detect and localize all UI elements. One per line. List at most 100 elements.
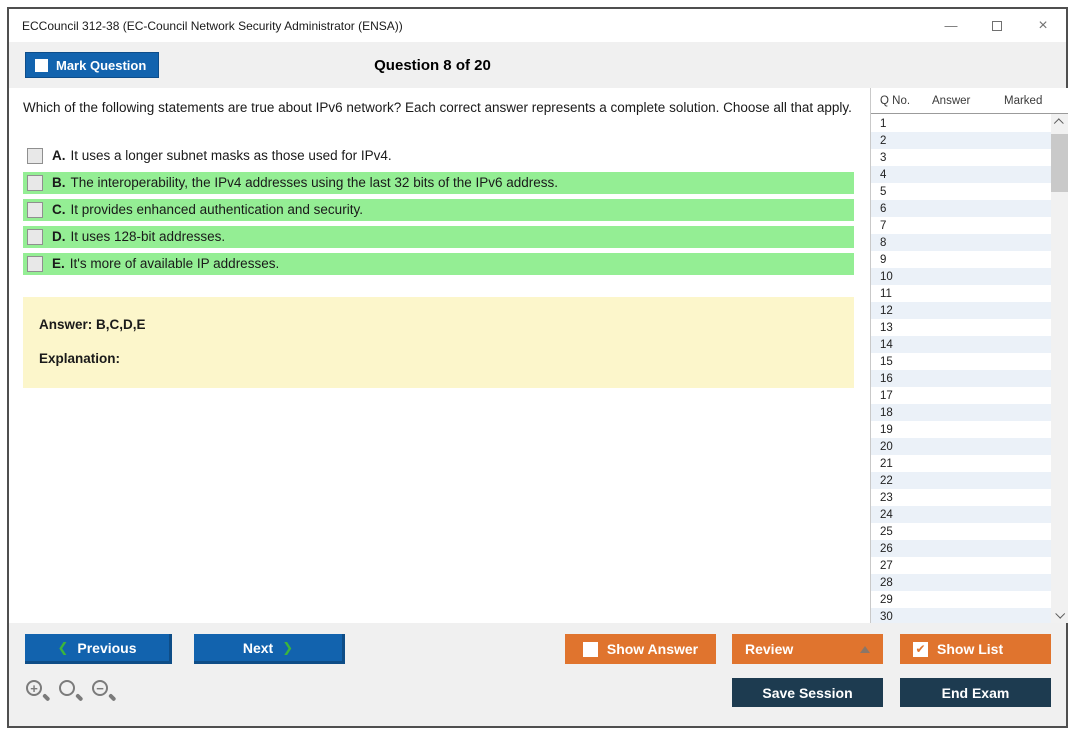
question-number: 17 bbox=[880, 389, 893, 402]
question-number: 6 bbox=[880, 202, 887, 215]
question-list-row[interactable]: 29 bbox=[871, 591, 1051, 608]
question-list-row[interactable]: 4 bbox=[871, 166, 1051, 183]
question-counter: Question 8 of 20 bbox=[374, 56, 491, 74]
question-list-scrollbar[interactable] bbox=[1051, 114, 1068, 623]
zoom-out-icon[interactable]: − bbox=[92, 680, 117, 707]
question-number: 7 bbox=[880, 219, 887, 232]
footer-band: ❮ Previous Next ❯ Show Answer Review ✔ S… bbox=[9, 623, 1066, 726]
explanation-label: Explanation: bbox=[39, 350, 121, 366]
question-list-row[interactable]: 15 bbox=[871, 353, 1051, 370]
minimize-button[interactable]: — bbox=[928, 9, 974, 42]
question-list-row[interactable]: 27 bbox=[871, 557, 1051, 574]
title-bar: ECCouncil 312-38 (EC-Council Network Sec… bbox=[9, 9, 1066, 42]
save-session-label: Save Session bbox=[762, 684, 853, 701]
question-list-body: 1 2 3 4 5 6 7 8 9 10 11 12 13 14 15 16 1… bbox=[871, 114, 1068, 623]
magnifier-icon[interactable] bbox=[59, 680, 84, 707]
option-text: It uses a longer subnet masks as those u… bbox=[70, 148, 392, 164]
show-answer-label: Show Answer bbox=[606, 641, 699, 657]
question-list-rows: 1 2 3 4 5 6 7 8 9 10 11 12 13 14 15 16 1… bbox=[871, 115, 1051, 623]
save-session-button[interactable]: Save Session bbox=[732, 678, 883, 707]
scroll-down-icon[interactable] bbox=[1051, 606, 1068, 623]
answer-option[interactable]: B. The interoperability, the IPv4 addres… bbox=[23, 171, 854, 194]
show-list-button[interactable]: ✔ Show List bbox=[900, 634, 1051, 664]
chevron-right-icon: ❯ bbox=[282, 639, 294, 655]
question-list-row[interactable]: 3 bbox=[871, 149, 1051, 166]
show-list-checkbox[interactable]: ✔ bbox=[913, 641, 928, 657]
question-number: 25 bbox=[880, 525, 893, 538]
question-list-row[interactable]: 21 bbox=[871, 455, 1051, 472]
show-list-label: Show List bbox=[937, 641, 1004, 657]
end-exam-label: End Exam bbox=[941, 684, 1010, 701]
question-list-row[interactable]: 16 bbox=[871, 370, 1051, 387]
question-list-row[interactable]: 1 bbox=[871, 115, 1051, 132]
question-number: 18 bbox=[880, 406, 893, 419]
close-button[interactable]: × bbox=[1020, 9, 1066, 42]
end-exam-button[interactable]: End Exam bbox=[900, 678, 1051, 707]
option-letter: C. bbox=[52, 202, 66, 218]
review-dropdown[interactable]: Review bbox=[732, 634, 883, 664]
question-list-row[interactable]: 25 bbox=[871, 523, 1051, 540]
question-list-row[interactable]: 5 bbox=[871, 183, 1051, 200]
question-list-row[interactable]: 28 bbox=[871, 574, 1051, 591]
question-list-row[interactable]: 8 bbox=[871, 234, 1051, 251]
question-list-row[interactable]: 30 bbox=[871, 608, 1051, 623]
question-list-row[interactable]: 17 bbox=[871, 387, 1051, 404]
previous-button[interactable]: ❮ Previous bbox=[25, 634, 172, 664]
question-list-row[interactable]: 10 bbox=[871, 268, 1051, 285]
header-band: Mark Question Question 8 of 20 bbox=[9, 42, 1066, 88]
option-checkbox[interactable] bbox=[27, 255, 43, 272]
question-list-row[interactable]: 7 bbox=[871, 217, 1051, 234]
show-answer-button[interactable]: Show Answer bbox=[565, 634, 716, 664]
show-answer-checkbox[interactable] bbox=[582, 641, 598, 657]
option-checkbox[interactable] bbox=[27, 147, 43, 164]
dropdown-arrow-icon bbox=[860, 646, 870, 653]
question-number: 2 bbox=[880, 134, 887, 147]
question-list-row[interactable]: 9 bbox=[871, 251, 1051, 268]
question-number: 4 bbox=[880, 168, 887, 181]
question-number: 20 bbox=[880, 440, 893, 453]
question-list-row[interactable]: 20 bbox=[871, 438, 1051, 455]
question-list-row[interactable]: 13 bbox=[871, 319, 1051, 336]
question-list-row[interactable]: 24 bbox=[871, 506, 1051, 523]
question-list-row[interactable]: 2 bbox=[871, 132, 1051, 149]
answer-option[interactable]: D. It uses 128-bit addresses. bbox=[23, 225, 854, 248]
question-number: 1 bbox=[880, 117, 887, 130]
option-checkbox[interactable] bbox=[27, 174, 43, 191]
question-number: 26 bbox=[880, 542, 893, 555]
zoom-in-icon[interactable]: + bbox=[26, 680, 51, 707]
chevron-left-icon: ❮ bbox=[57, 639, 69, 655]
question-number: 30 bbox=[880, 610, 893, 623]
option-checkbox[interactable] bbox=[27, 201, 43, 218]
scroll-up-icon[interactable] bbox=[1051, 114, 1068, 131]
question-number: 16 bbox=[880, 372, 893, 385]
content-area: Which of the following statements are tr… bbox=[9, 88, 1068, 623]
answer-option[interactable]: C. It provides enhanced authentication a… bbox=[23, 198, 854, 221]
question-list-row[interactable]: 11 bbox=[871, 285, 1051, 302]
next-label: Next bbox=[242, 639, 274, 656]
question-list-row[interactable]: 19 bbox=[871, 421, 1051, 438]
question-number: 21 bbox=[880, 457, 893, 470]
question-list-row[interactable]: 14 bbox=[871, 336, 1051, 353]
option-letter: B. bbox=[52, 175, 66, 191]
question-list-row[interactable]: 18 bbox=[871, 404, 1051, 421]
next-button[interactable]: Next ❯ bbox=[194, 634, 345, 664]
zoom-toolbar: + − bbox=[26, 680, 117, 707]
question-list-row[interactable]: 6 bbox=[871, 200, 1051, 217]
answer-option[interactable]: A. It uses a longer subnet masks as thos… bbox=[23, 145, 854, 167]
question-list-row[interactable]: 26 bbox=[871, 540, 1051, 557]
question-list-row[interactable]: 22 bbox=[871, 472, 1051, 489]
question-list-panel: Q No. Answer Marked 1 2 3 4 5 6 7 8 9 10… bbox=[870, 88, 1068, 623]
option-letter: A. bbox=[52, 148, 66, 164]
answer-option[interactable]: E. It's more of available IP addresses. bbox=[23, 252, 854, 275]
scrollbar-thumb[interactable] bbox=[1051, 134, 1068, 192]
option-checkbox[interactable] bbox=[27, 228, 43, 245]
window-controls: — × bbox=[928, 9, 1066, 42]
question-number: 19 bbox=[880, 423, 893, 436]
question-list-row[interactable]: 12 bbox=[871, 302, 1051, 319]
option-text: It's more of available IP addresses. bbox=[69, 256, 280, 272]
maximize-button[interactable] bbox=[974, 9, 1020, 42]
question-list-header: Q No. Answer Marked bbox=[871, 88, 1068, 114]
question-number: 29 bbox=[880, 593, 893, 606]
question-list-row[interactable]: 23 bbox=[871, 489, 1051, 506]
question-number: 5 bbox=[880, 185, 887, 198]
